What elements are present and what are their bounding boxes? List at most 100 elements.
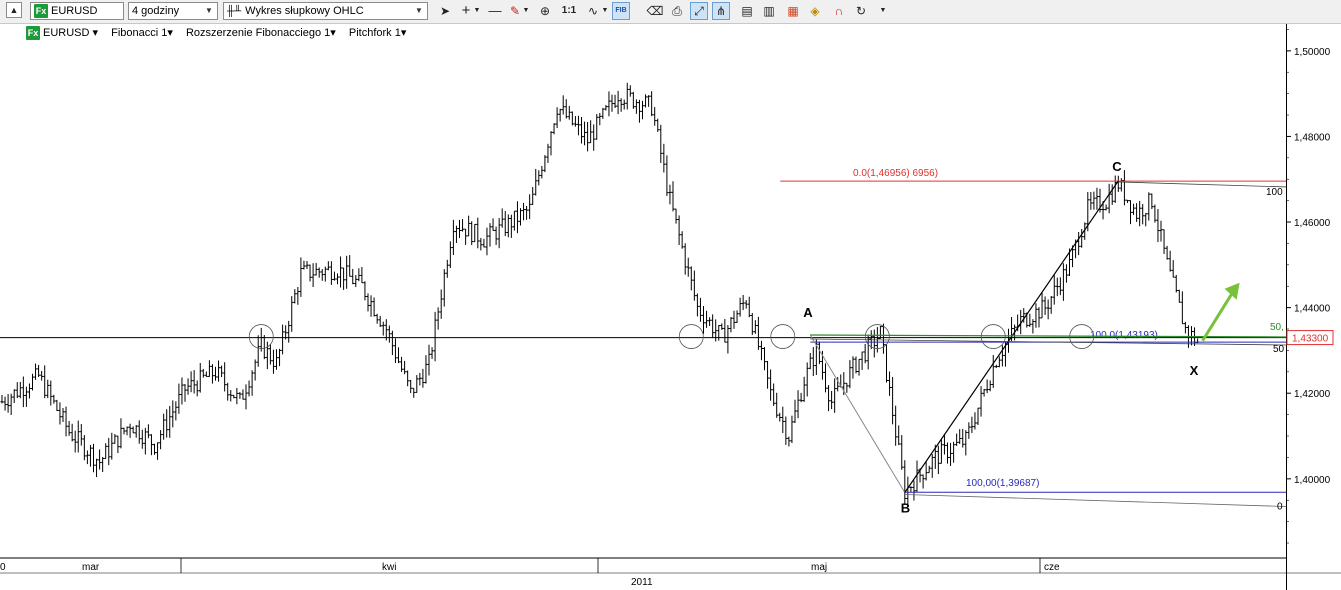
ohlc-bar: [1171, 260, 1175, 278]
ohlc-bar: [653, 107, 657, 126]
trendline-icon[interactable]: ⤢: [690, 2, 708, 20]
pitchfork-handle: [809, 334, 906, 493]
ohlc-bar: [952, 441, 956, 463]
legend-study-fibonacci[interactable]: Fibonacci 1▾: [111, 27, 173, 39]
price-axis: 1,50000 1,48000 1,46000 1,44000 1,42000 1,400…: [1286, 29, 1334, 544]
ohlc-bar: [275, 349, 278, 370]
ohlc-bar: [201, 368, 205, 378]
ohlc-bar: [262, 335, 266, 360]
ohlc-bar: [1031, 319, 1035, 334]
legend-study-fib-extension[interactable]: Rozszerzenie Fibonacciego 1▾: [186, 27, 336, 39]
fib-top-label: 0.0(1,46956) 6956): [853, 168, 938, 179]
ohlc-bar: [204, 371, 208, 377]
magnet-icon[interactable]: ∩: [830, 2, 848, 20]
ohlc-bar: [848, 360, 852, 389]
ohlc-bar: [610, 94, 614, 112]
ohlc-bar: [46, 379, 50, 399]
study-label: Pitchfork 1: [348, 27, 401, 39]
ohlc-bar: [1052, 274, 1056, 305]
ohlc-bar: [717, 325, 721, 341]
ohlc-bar: [735, 310, 739, 323]
ohlc-bar: [805, 362, 809, 397]
collapse-button[interactable]: ▲: [6, 2, 22, 18]
symbol-selector[interactable]: Fx EURUSD: [30, 2, 124, 20]
ohlc-bar: [268, 344, 272, 365]
ohlc-bar: [967, 422, 971, 439]
ohlc-bar: [769, 369, 773, 401]
ohlc-bar: [1147, 192, 1151, 221]
ohlc-bar: [491, 218, 495, 231]
ohlc-bar: [214, 366, 217, 381]
ohlc-bar: [616, 90, 620, 115]
ohlc-bar: [854, 356, 858, 374]
ohlc-bar: [964, 430, 968, 456]
ohlc-bar: [101, 456, 105, 473]
ohlc-bar: [302, 260, 306, 270]
expert-icon[interactable]: ◈: [806, 2, 824, 20]
ohlc-icon: ╫╨: [227, 6, 242, 17]
ohlc-bar: [586, 121, 590, 152]
ohlc-bar: [37, 364, 41, 378]
eraser-icon[interactable]: ⌫: [646, 2, 664, 20]
ohlc-bar: [174, 401, 178, 421]
ohlc-bar: [1037, 307, 1041, 328]
ohlc-bar: [1034, 303, 1038, 328]
ohlc-bar: [927, 465, 931, 474]
ohlc-bar: [720, 323, 724, 330]
one-to-one-button[interactable]: 1:1: [560, 2, 578, 20]
drawing-overlays: 0.0(1,46956) 6956)100.0(1,43193)100,00(1…: [0, 159, 1287, 516]
ohlc-bar: [1135, 203, 1139, 222]
ohlc-bar: [464, 228, 468, 245]
ohlc-bar: [695, 293, 699, 317]
fibonacci-button[interactable]: FIB: [612, 2, 630, 20]
ohlc-bar: [583, 121, 587, 146]
legend-symbol[interactable]: Fx EURUSD ▾: [26, 26, 98, 41]
ohlc-bar: [238, 392, 242, 399]
chevron-down-icon[interactable]: ▼: [600, 2, 610, 20]
ohlc-bar: [390, 330, 394, 356]
chevron-down-icon[interactable]: ▼: [202, 3, 216, 19]
ohlc-bar: [851, 356, 855, 379]
ohlc-bar: [613, 94, 617, 109]
chart-style-select[interactable]: ╫╨ Wykres słupkowy OHLC ▼: [223, 2, 428, 20]
ohlc-bar: [683, 243, 687, 275]
ohlc-bar: [143, 427, 147, 455]
zoom-icon[interactable]: ⊕: [536, 2, 554, 20]
ohlc-bar: [1049, 295, 1053, 314]
ohlc-bar: [226, 382, 230, 401]
ohlc-bar: [790, 415, 794, 444]
cursor-icon[interactable]: ➤: [436, 2, 454, 20]
ohlc-bar: [881, 323, 885, 354]
timeframe-select[interactable]: 4 godziny ▼: [128, 2, 218, 20]
ohlc-bar: [674, 208, 678, 224]
chevron-down-icon[interactable]: ▼: [472, 2, 482, 20]
ohlc-bar: [21, 376, 25, 408]
ohlc-bar: [647, 95, 651, 107]
chevron-down-icon[interactable]: ▼: [521, 2, 531, 20]
ohlc-bar: [79, 424, 83, 446]
ohlc-bar: [128, 423, 132, 438]
ohlc-bar: [1040, 292, 1044, 319]
pitchfork-icon[interactable]: ⋔: [712, 2, 730, 20]
price-chart[interactable]: 0.0(1,46956) 6956)100.0(1,43193)100,00(1…: [0, 0, 1341, 590]
legend-study-pitchfork[interactable]: Pitchfork 1▾: [349, 27, 407, 39]
time-axis: 0 mar kwi maj cze 2011: [0, 557, 1341, 590]
ohlc-bar: [979, 386, 983, 417]
palette-icon[interactable]: ▦: [784, 2, 802, 20]
ohlc-bar: [470, 221, 474, 246]
ohlc-bar: [67, 420, 71, 436]
template-icon[interactable]: ▤: [738, 2, 756, 20]
studies-icon[interactable]: ▥: [760, 2, 778, 20]
ohlc-bar: [644, 94, 648, 108]
ohlc-bar: [759, 340, 763, 361]
ohlc-bar: [113, 434, 117, 444]
print-icon[interactable]: ⎙: [668, 2, 686, 20]
ohlc-bar: [18, 381, 22, 399]
ohlc-bar: [451, 219, 455, 256]
line-study-icon[interactable]: —: [486, 2, 504, 20]
chevron-down-icon[interactable]: ▼: [878, 2, 888, 20]
chevron-down-icon[interactable]: ▼: [412, 3, 426, 19]
ohlc-bar: [195, 380, 199, 397]
ohlc-bar: [860, 351, 864, 370]
refresh-icon[interactable]: ↻: [852, 2, 870, 20]
